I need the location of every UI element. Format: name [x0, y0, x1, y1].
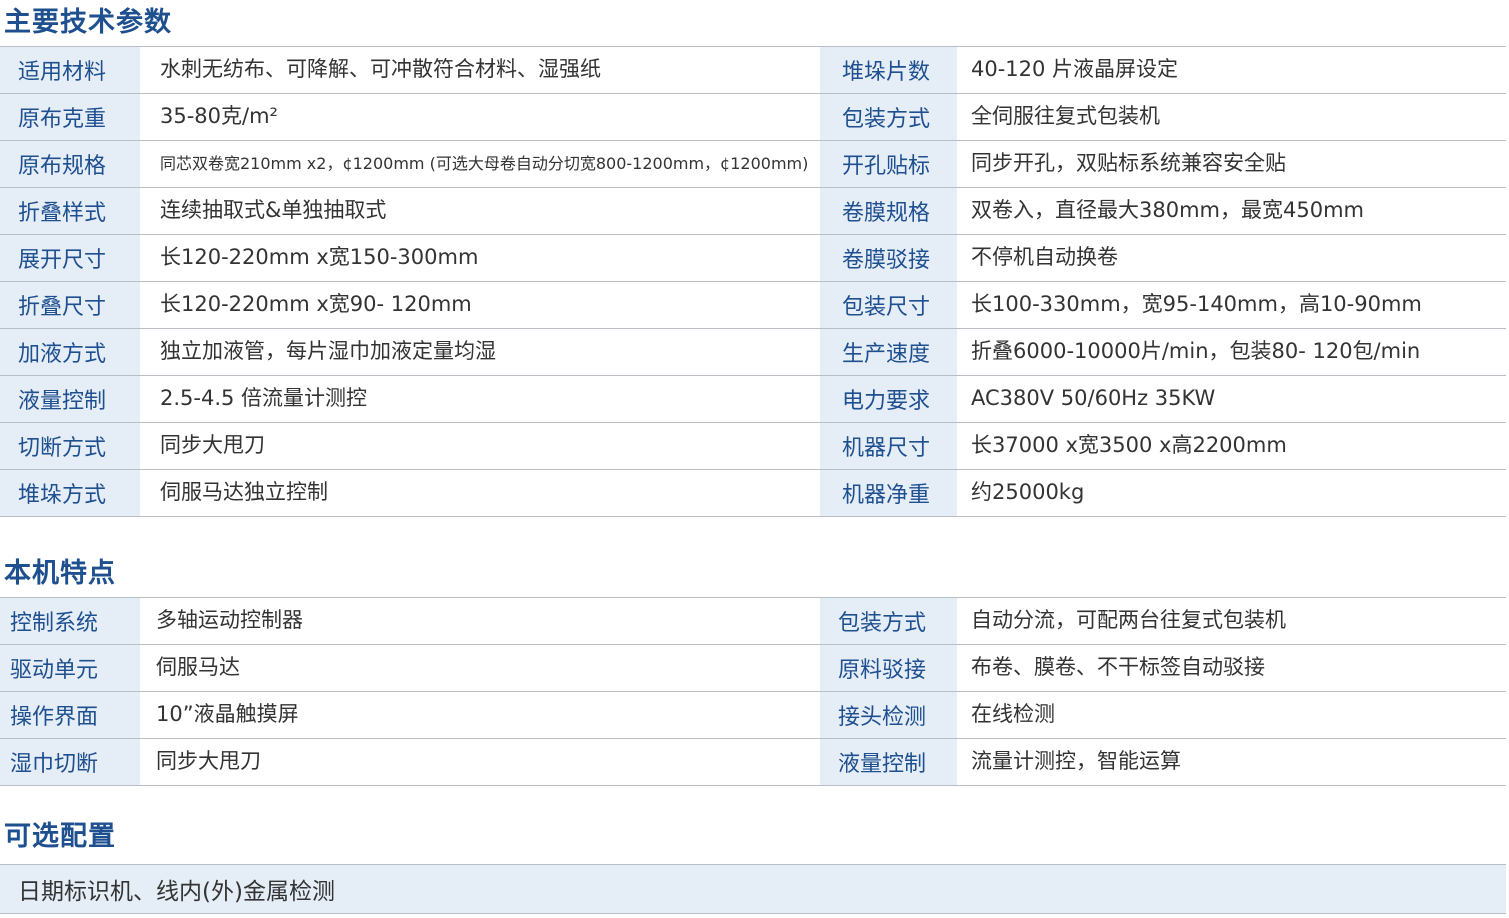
- row-label: 电力要求: [820, 376, 957, 422]
- row-value: 多轴运动控制器: [156, 608, 303, 633]
- row-value: 伺服马达: [156, 655, 240, 680]
- row-label: 机器净重: [820, 470, 957, 516]
- row-label: 生产速度: [820, 329, 957, 375]
- row-label: 操作界面: [0, 692, 140, 738]
- table-row: 折叠尺寸 长120-220mm x宽90- 120mm 包装尺寸 长100-33…: [0, 282, 1506, 329]
- row-value: 流量计测控，智能运算: [971, 749, 1181, 774]
- table-row: 原布规格 同芯双卷宽210mm x2，¢1200mm (可选大母卷自动分切宽80…: [0, 141, 1506, 188]
- row-value: 同步大甩刀: [160, 433, 265, 458]
- row-label: 湿巾切断: [0, 739, 140, 785]
- row-label: 控制系统: [0, 598, 140, 644]
- row-label: 原布规格: [0, 141, 140, 187]
- row-label: 包装方式: [820, 94, 957, 140]
- table-row: 加液方式 独立加液管，每片湿巾加液定量均湿 生产速度 折叠6000-10000片…: [0, 329, 1506, 376]
- row-value: 约25000kg: [971, 480, 1085, 505]
- table-row: 操作界面 10”液晶触摸屏 接头检测 在线检测: [0, 692, 1506, 739]
- row-value: 水刺无纺布、可降解、可冲散符合材料、湿强纸: [160, 57, 601, 82]
- row-value: 双卷入，直径最大380mm，最宽450mm: [971, 198, 1364, 223]
- row-label: 开孔贴标: [820, 141, 957, 187]
- row-value: 自动分流，可配两台往复式包装机: [971, 608, 1286, 633]
- row-value: 折叠6000-10000片/min，包装80- 120包/min: [971, 339, 1421, 364]
- row-value: 35-80克/m²: [160, 104, 278, 129]
- row-value: 40-120 片液晶屏设定: [971, 57, 1179, 82]
- row-label: 折叠尺寸: [0, 282, 140, 328]
- row-label: 折叠样式: [0, 188, 140, 234]
- features-title: 本机特点: [4, 558, 116, 589]
- row-label: 加液方式: [0, 329, 140, 375]
- row-value: 全伺服往复式包装机: [971, 104, 1160, 129]
- tech-params-table: 适用材料 水刺无纺布、可降解、可冲散符合材料、湿强纸 堆垛片数 40-120 片…: [0, 46, 1506, 517]
- options-title: 可选配置: [4, 821, 116, 852]
- row-label: 包装尺寸: [820, 282, 957, 328]
- row-label: 原料驳接: [820, 645, 957, 691]
- table-row: 切断方式 同步大甩刀 机器尺寸 长37000 x宽3500 x高2200mm: [0, 423, 1506, 470]
- table-row: 控制系统 多轴运动控制器 包装方式 自动分流，可配两台往复式包装机: [0, 598, 1506, 645]
- row-label: 切断方式: [0, 423, 140, 469]
- table-row: 展开尺寸 长120-220mm x宽150-300mm 卷膜驳接 不停机自动换卷: [0, 235, 1506, 282]
- row-value: 在线检测: [971, 702, 1055, 727]
- row-label: 卷膜驳接: [820, 235, 957, 281]
- table-row: 原布克重 35-80克/m² 包装方式 全伺服往复式包装机: [0, 94, 1506, 141]
- table-row: 湿巾切断 同步大甩刀 液量控制 流量计测控，智能运算: [0, 739, 1506, 786]
- row-value: 不停机自动换卷: [971, 245, 1118, 270]
- table-row: 适用材料 水刺无纺布、可降解、可冲散符合材料、湿强纸 堆垛片数 40-120 片…: [0, 47, 1506, 94]
- row-value: AC380V 50/60Hz 35KW: [971, 386, 1216, 411]
- row-label: 展开尺寸: [0, 235, 140, 281]
- row-value: 长100-330mm，宽95-140mm，高10-90mm: [971, 292, 1422, 317]
- table-row: 折叠样式 连续抽取式&单独抽取式 卷膜规格 双卷入，直径最大380mm，最宽45…: [0, 188, 1506, 235]
- row-value: 同芯双卷宽210mm x2，¢1200mm (可选大母卷自动分切宽800-120…: [160, 153, 809, 173]
- table-row: 驱动单元 伺服马达 原料驳接 布卷、膜卷、不干标签自动驳接: [0, 645, 1506, 692]
- features-table: 控制系统 多轴运动控制器 包装方式 自动分流，可配两台往复式包装机 驱动单元 伺…: [0, 597, 1506, 786]
- row-label: 接头检测: [820, 692, 957, 738]
- row-value: 10”液晶触摸屏: [156, 702, 299, 727]
- row-value: 同步开孔，双贴标系统兼容安全贴: [971, 151, 1286, 176]
- row-value: 布卷、膜卷、不干标签自动驳接: [971, 655, 1265, 680]
- row-label: 机器尺寸: [820, 423, 957, 469]
- row-label: 驱动单元: [0, 645, 140, 691]
- row-value: 长120-220mm x宽150-300mm: [160, 245, 479, 270]
- row-label: 堆垛片数: [820, 47, 957, 93]
- row-value: 同步大甩刀: [156, 749, 261, 774]
- row-value: 2.5-4.5 倍流量计测控: [160, 386, 368, 411]
- table-row: 堆垛方式 伺服马达独立控制 机器净重 约25000kg: [0, 470, 1506, 517]
- row-label: 液量控制: [820, 739, 957, 785]
- row-label: 卷膜规格: [820, 188, 957, 234]
- row-value: 伺服马达独立控制: [160, 480, 328, 505]
- row-label: 堆垛方式: [0, 470, 140, 516]
- row-label: 包装方式: [820, 598, 957, 644]
- row-value: 独立加液管，每片湿巾加液定量均湿: [160, 339, 496, 364]
- row-label: 液量控制: [0, 376, 140, 422]
- table-row: 液量控制 2.5-4.5 倍流量计测控 电力要求 AC380V 50/60Hz …: [0, 376, 1506, 423]
- row-value: 长37000 x宽3500 x高2200mm: [971, 433, 1287, 458]
- tech-params-title: 主要技术参数: [4, 7, 172, 38]
- row-label: 适用材料: [0, 47, 140, 93]
- row-label: 原布克重: [0, 94, 140, 140]
- row-value: 长120-220mm x宽90- 120mm: [160, 292, 472, 317]
- options-row: 日期标识机、线内(外)金属检测: [0, 864, 1506, 914]
- row-value: 连续抽取式&单独抽取式: [160, 198, 387, 223]
